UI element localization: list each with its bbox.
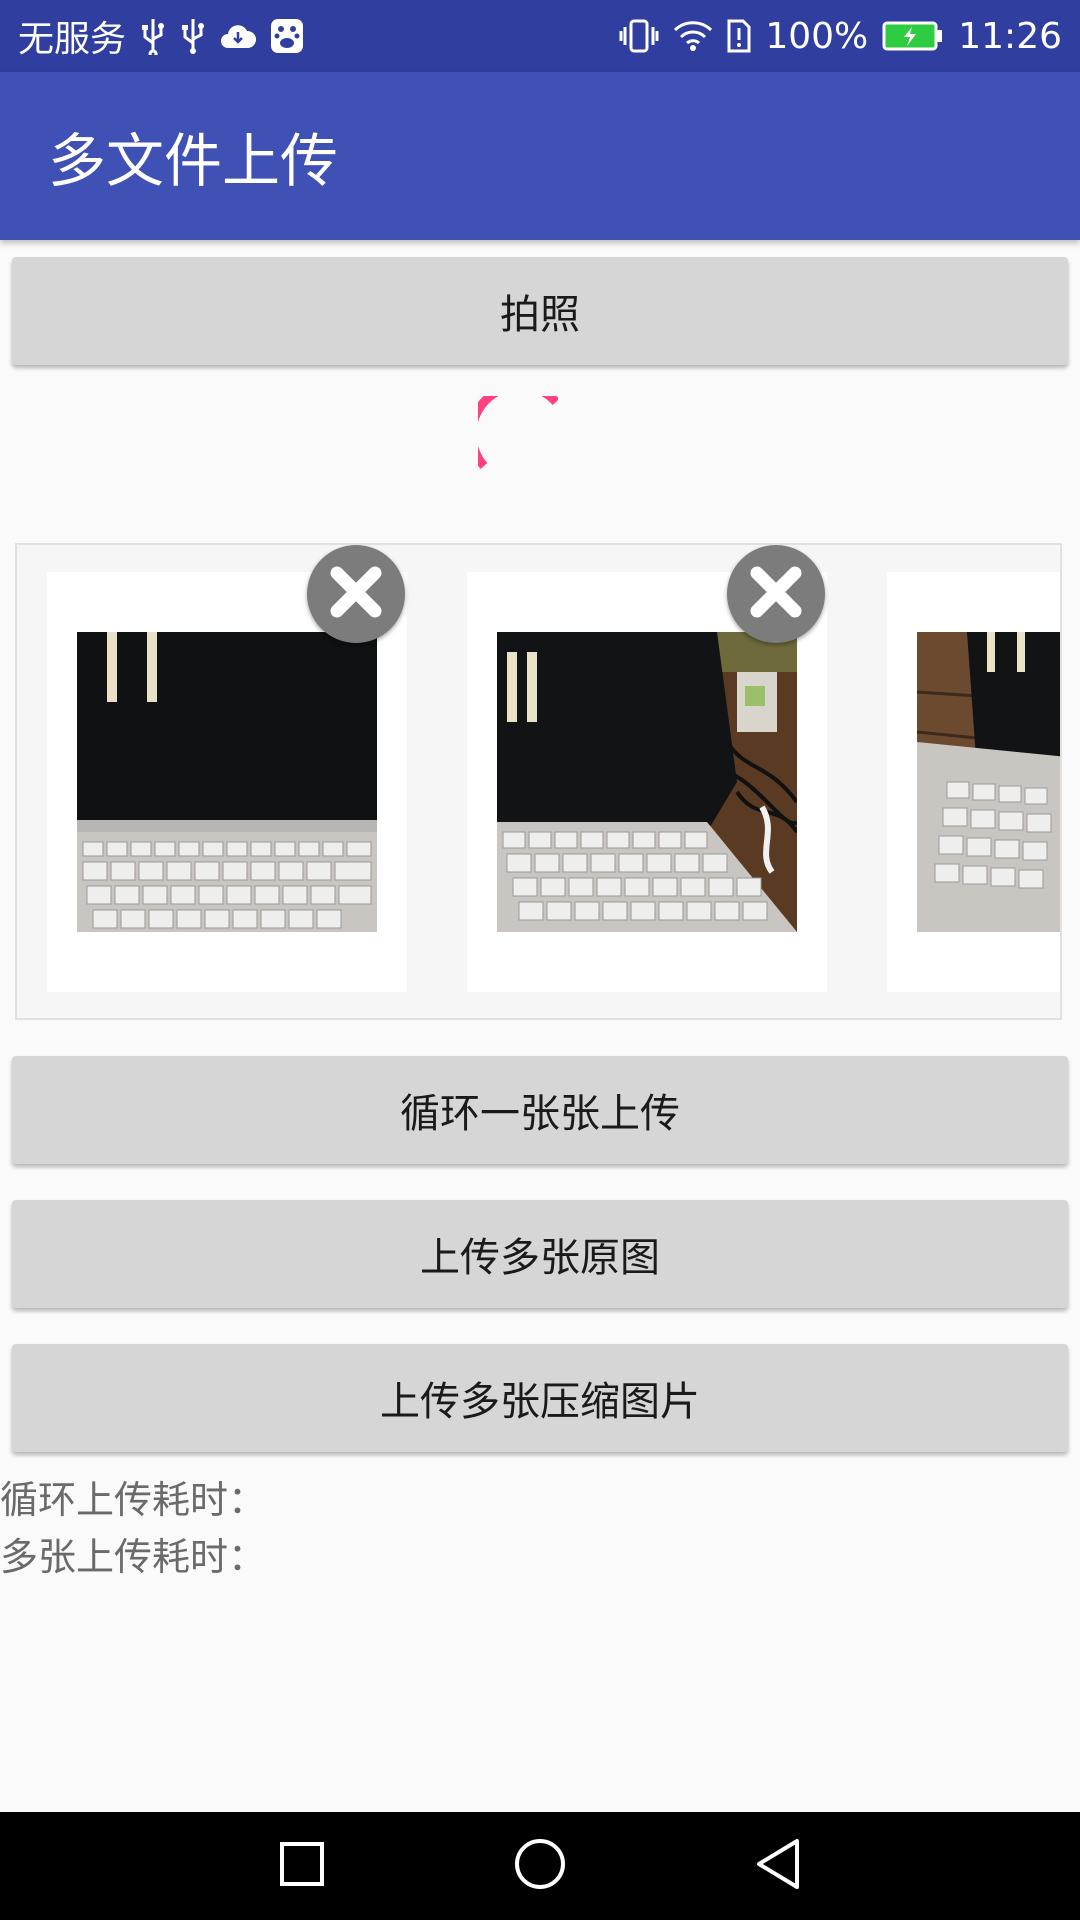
status-bar: 无服务 100% 11:26 [0,0,1080,72]
page-title: 多文件上传 [48,127,339,195]
close-icon [323,559,389,629]
vibrate-icon [619,19,659,53]
close-icon [743,559,809,629]
status-bar-right: 100% 11:26 [619,16,1062,57]
usb-icon [140,17,166,55]
baidu-icon [270,18,304,54]
delete-photo-button[interactable] [727,545,825,643]
photo-thumbnail[interactable] [917,632,1060,932]
take-photo-button[interactable]: 拍照 [12,257,1068,365]
sim-alert-icon [727,19,751,53]
photo-card[interactable] [887,572,1060,992]
clock: 11:26 [958,15,1062,57]
wifi-icon [673,20,713,52]
battery-percent: 100% [765,15,869,57]
loop-upload-time-label: 循环上传耗时： [0,1478,267,1522]
back-icon [753,1837,803,1895]
home-icon [513,1837,567,1895]
status-bar-left: 无服务 [18,10,304,62]
photo-thumbnail[interactable] [77,632,377,932]
app-bar: 多文件上传 [0,72,1080,240]
loop-upload-button[interactable]: 循环一张张上传 [12,1056,1068,1164]
photo-thumbnail[interactable] [497,632,797,932]
recents-button[interactable] [252,1816,352,1916]
upload-originals-button[interactable]: 上传多张原图 [12,1200,1068,1308]
photo-gallery[interactable] [15,543,1062,1020]
back-button[interactable] [728,1816,828,1916]
recents-icon [278,1840,326,1892]
multi-upload-time-label: 多张上传耗时： [0,1535,267,1579]
navigation-bar [0,1812,1080,1920]
usb-icon [180,17,206,55]
battery-charging-icon [882,21,944,51]
cloud-icon [220,22,257,50]
home-button[interactable] [490,1816,590,1916]
upload-compressed-button[interactable]: 上传多张压缩图片 [12,1344,1068,1452]
delete-photo-button[interactable] [307,545,405,643]
loading-spinner [467,381,560,476]
carrier-label: 无服务 [18,19,127,60]
